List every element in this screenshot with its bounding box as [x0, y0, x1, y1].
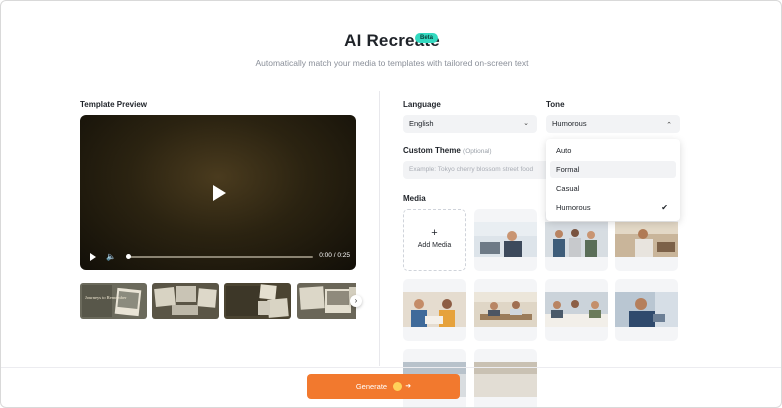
chevron-up-icon: ⌃: [666, 122, 672, 129]
play-icon[interactable]: [213, 185, 226, 201]
template-thumbnail[interactable]: Journeys to Remember: [80, 283, 147, 319]
footer-divider: [1, 367, 781, 368]
tone-label: Tone: [546, 100, 565, 109]
thumbnail-caption: Journeys to Remember: [85, 295, 127, 300]
tone-option-casual[interactable]: Casual: [550, 180, 676, 197]
arrow-right-icon: ➜: [405, 382, 412, 390]
ai-recreate-panel: AI Recreate Beta Automatically match you…: [0, 0, 782, 408]
custom-theme-input[interactable]: Example: Tokyo cherry blossom street foo…: [403, 161, 553, 179]
tone-option-label: Auto: [556, 146, 572, 155]
play-small-icon[interactable]: [90, 253, 96, 261]
progress-knob[interactable]: [126, 254, 131, 259]
media-tile[interactable]: [615, 279, 678, 341]
custom-theme-label: Custom Theme (Optional): [403, 146, 492, 155]
tone-select[interactable]: Humorous ⌃: [546, 115, 680, 133]
media-tile[interactable]: [545, 279, 608, 341]
column-divider: [379, 91, 380, 366]
beta-badge: Beta: [415, 33, 439, 43]
generate-label: Generate: [355, 382, 388, 391]
custom-theme-optional: (Optional): [463, 148, 492, 155]
tone-option-label: Humorous: [556, 203, 591, 212]
tone-option-formal[interactable]: Formal: [550, 161, 676, 178]
language-select[interactable]: English ⌄: [403, 115, 537, 133]
language-label: Language: [403, 100, 441, 109]
template-thumbnail[interactable]: [297, 283, 356, 319]
template-thumbnail[interactable]: [152, 283, 219, 319]
tone-value: Humorous: [552, 119, 587, 128]
media-tile[interactable]: [403, 279, 466, 341]
volume-icon[interactable]: 🔈: [106, 252, 116, 262]
thumbnails-next-icon[interactable]: ›: [350, 295, 362, 307]
page-subtitle: Automatically match your media to templa…: [255, 58, 529, 68]
video-player[interactable]: 🔈 0:00 / 0:25: [80, 115, 356, 270]
generate-button[interactable]: Generate ➜: [307, 374, 460, 399]
custom-theme-label-text: Custom Theme: [403, 146, 461, 155]
tone-option-humorous[interactable]: Humorous ✔: [550, 199, 676, 216]
video-time: 0:00 / 0:25: [319, 252, 350, 259]
check-icon: ✔: [661, 203, 668, 212]
tone-option-auto[interactable]: Auto: [550, 142, 676, 159]
progress-track[interactable]: [128, 256, 313, 258]
credit-coin-icon: [393, 381, 403, 391]
tone-option-label: Formal: [556, 165, 580, 174]
tone-dropdown-menu: Auto Formal Casual Humorous ✔: [546, 139, 680, 221]
plus-icon: +: [431, 227, 438, 239]
template-thumbnail[interactable]: [224, 283, 291, 319]
template-preview-label: Template Preview: [80, 100, 147, 109]
media-tile[interactable]: [474, 209, 537, 271]
video-controls: 🔈 0:00 / 0:25: [80, 244, 356, 270]
tone-option-label: Casual: [556, 184, 580, 193]
media-tile[interactable]: [474, 279, 537, 341]
media-label: Media: [403, 194, 426, 203]
chevron-down-icon: ⌄: [523, 120, 529, 127]
add-media-button[interactable]: + Add Media: [403, 209, 466, 271]
media-tile[interactable]: [474, 349, 537, 407]
add-media-label: Add Media: [417, 242, 452, 249]
template-thumbnails: Journeys to Remember: [80, 283, 356, 319]
language-value: English: [409, 119, 434, 128]
